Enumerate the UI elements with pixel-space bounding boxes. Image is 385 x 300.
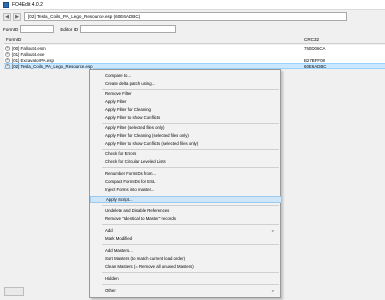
menu-separator bbox=[102, 272, 279, 273]
crc-value: 750D06CA bbox=[304, 45, 326, 51]
menu-separator bbox=[102, 224, 279, 225]
crc-value: 60E6ADBC bbox=[304, 63, 327, 69]
expand-icon[interactable]: + bbox=[5, 51, 10, 57]
menu-clean-masters[interactable]: Clean Masters (= Remove all unused Maste… bbox=[90, 263, 282, 270]
menu-other[interactable]: Other > bbox=[90, 287, 282, 294]
menu-mark-modified[interactable]: Mark Modified bbox=[90, 235, 282, 242]
file-name: [02] Tesla_Coils_PA_Lego_Resource.esp bbox=[12, 63, 93, 69]
menu-check-circular-lists[interactable]: Check for Circular Leveled Lists bbox=[90, 158, 282, 165]
back-icon[interactable]: ◀ bbox=[3, 12, 11, 21]
column-header-crc32[interactable]: CRC32 bbox=[304, 37, 319, 42]
menu-apply-filter-cleaning[interactable]: Apply Filter for Cleaning bbox=[90, 106, 282, 113]
file-name: [01] Fallout4.exe bbox=[12, 51, 45, 57]
window-title: FO4Edit 4.0.2 bbox=[12, 1, 43, 8]
app-icon bbox=[3, 1, 9, 8]
submenu-arrow-icon: > bbox=[271, 228, 274, 233]
menu-separator bbox=[102, 284, 279, 285]
menu-add-masters[interactable]: Add Masters... bbox=[90, 247, 282, 254]
bottom-left-button[interactable] bbox=[4, 287, 24, 296]
column-header-formid[interactable]: FormID bbox=[6, 37, 21, 42]
menu-apply-filter-conflicts-selected[interactable]: Apply Filter to show Conflicts (selected… bbox=[90, 140, 282, 147]
menu-remove-filter[interactable]: Remove Filter bbox=[90, 90, 282, 97]
tree-header: FormID CRC32 bbox=[4, 36, 385, 44]
menu-apply-filter[interactable]: Apply Filter bbox=[90, 98, 282, 105]
menu-apply-filter-cleaning-selected[interactable]: Apply Filter for Cleaning (selected file… bbox=[90, 132, 282, 139]
menu-separator bbox=[102, 244, 279, 245]
menu-sort-masters[interactable]: Sort Masters (to match current load orde… bbox=[90, 255, 282, 262]
search-row: FormID Editor ID bbox=[0, 23, 385, 35]
menu-compare-to[interactable]: Compare to... bbox=[90, 72, 282, 79]
menu-separator bbox=[102, 205, 279, 206]
context-menu: Compare to... Create delta patch using..… bbox=[89, 69, 282, 298]
editorid-input[interactable] bbox=[80, 25, 177, 33]
formid-input[interactable] bbox=[20, 25, 55, 33]
menu-create-delta-patch[interactable]: Create delta patch using... bbox=[90, 80, 282, 87]
path-field[interactable]: [02] Tesla_Coils_PA_Lego_Resource.esp (6… bbox=[24, 12, 347, 21]
menu-compact-formids-esl[interactable]: Compact FormIDs for ESL bbox=[90, 178, 282, 185]
file-name: [00] Fallout4.esm bbox=[12, 45, 46, 51]
expand-icon[interactable]: + bbox=[5, 63, 10, 69]
expand-icon[interactable]: + bbox=[5, 57, 10, 63]
toolbar: ◀ ▶ [02] Tesla_Coils_PA_Lego_Resource.es… bbox=[0, 10, 385, 23]
menu-add[interactable]: Add > bbox=[90, 227, 282, 234]
crc-value: B27BFF08 bbox=[304, 57, 325, 63]
menu-renumber-formids[interactable]: Renumber FormIDs from... bbox=[90, 170, 282, 177]
menu-remove-itm-records[interactable]: Remove "Identical to Master" records bbox=[90, 215, 282, 222]
expand-icon[interactable]: + bbox=[5, 45, 10, 51]
menu-apply-filter-selected[interactable]: Apply Filter (selected files only) bbox=[90, 124, 282, 131]
file-tree: + [00] Fallout4.esm 750D06CA + [01] Fall… bbox=[4, 45, 385, 69]
formid-label: FormID bbox=[3, 26, 19, 32]
menu-apply-filter-conflicts[interactable]: Apply Filter to show Conflicts bbox=[90, 114, 282, 121]
file-name: [01] ExcavatorPA.esp bbox=[12, 57, 54, 63]
editorid-label: Editor ID bbox=[60, 26, 79, 32]
menu-apply-script[interactable]: Apply Script... bbox=[90, 196, 282, 203]
menu-undelete-disable-references[interactable]: Undelete and Disable References bbox=[90, 207, 282, 214]
menu-check-errors[interactable]: Check for Errors bbox=[90, 150, 282, 157]
title-bar: FO4Edit 4.0.2 bbox=[0, 0, 385, 10]
menu-other-label: Other bbox=[105, 288, 116, 293]
menu-hidden[interactable]: Hidden bbox=[90, 275, 282, 282]
menu-separator bbox=[102, 167, 279, 168]
forward-icon[interactable]: ▶ bbox=[13, 12, 21, 21]
menu-add-label: Add bbox=[105, 228, 113, 233]
submenu-arrow-icon: > bbox=[271, 288, 274, 293]
menu-inject-forms[interactable]: Inject Forms into master... bbox=[90, 186, 282, 193]
